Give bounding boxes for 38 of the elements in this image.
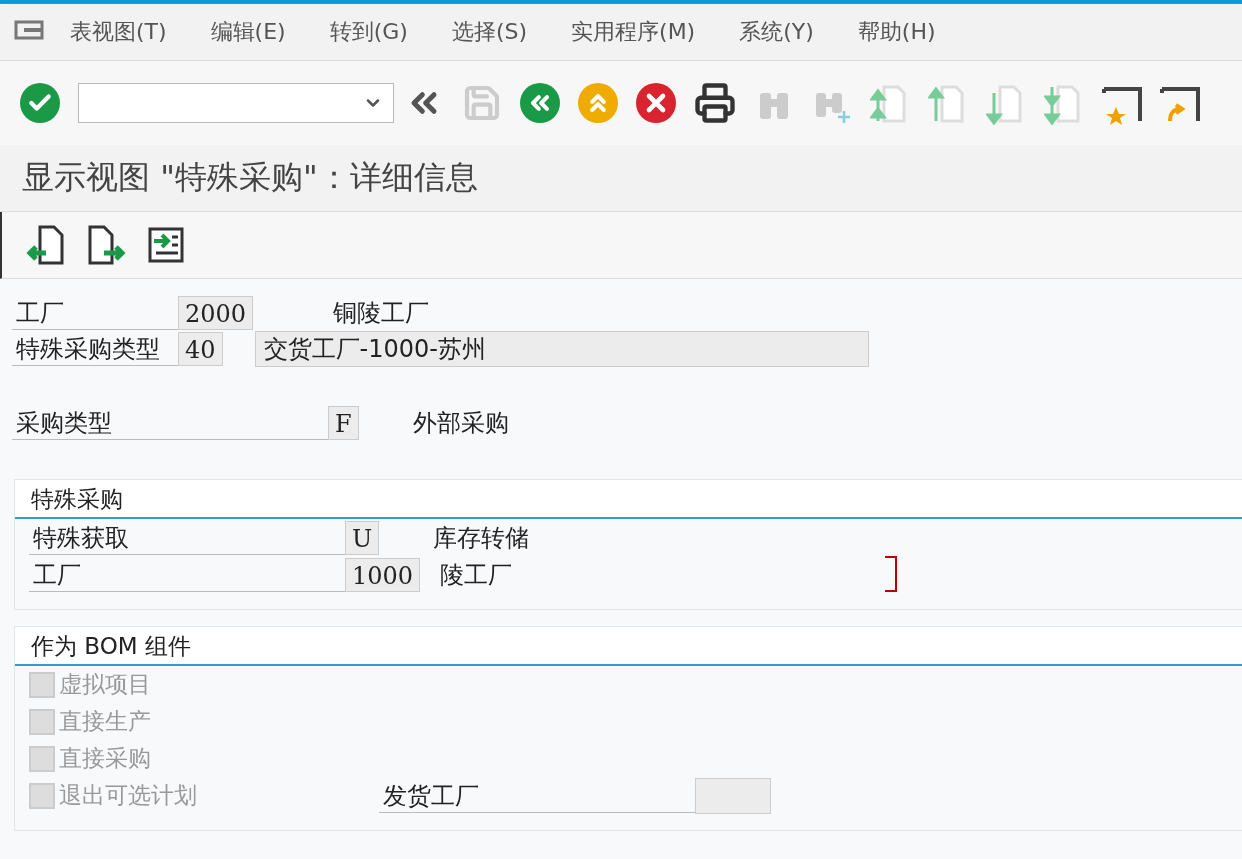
print-icon[interactable]: [694, 82, 736, 124]
field-label: 发货工厂: [379, 778, 695, 813]
field-description: 交货工厂-1000-苏州: [254, 331, 869, 367]
field-value[interactable]: 2000: [178, 296, 254, 330]
back-icon[interactable]: [520, 83, 560, 123]
previous-entry-icon[interactable]: [26, 223, 66, 267]
next-entry-icon[interactable]: [86, 223, 126, 267]
checkbox-label: 直接生产: [59, 707, 152, 736]
field-label: 工厂: [29, 557, 345, 592]
menu-item[interactable]: 帮助(H): [857, 17, 936, 47]
field-description: 库存转储: [433, 522, 530, 554]
menu-item[interactable]: 编辑(E): [210, 17, 286, 47]
checkbox-label: 直接采购: [59, 744, 152, 773]
screen-title: 显示视图 "特殊采购"：详细信息: [22, 157, 478, 198]
cancel-icon[interactable]: [636, 83, 676, 123]
command-field[interactable]: [78, 83, 394, 123]
field-value[interactable]: 1000: [345, 557, 421, 592]
input-field[interactable]: [695, 777, 771, 814]
field-description: 外部采购: [412, 408, 509, 439]
exit-icon[interactable]: [578, 83, 618, 123]
menu-item[interactable]: 选择(S): [451, 17, 528, 47]
field-label: 特殊获取: [29, 520, 345, 555]
menu-item[interactable]: 实用程序(M): [571, 17, 696, 47]
checkbox-label: 虚拟项目: [59, 670, 152, 699]
menu-item[interactable]: 系统(Y): [739, 17, 814, 47]
field-value[interactable]: 40: [178, 332, 223, 366]
group-title: 作为 BOM 组件: [15, 627, 1242, 666]
checkbox-label: 退出可选计划: [59, 781, 198, 810]
enter-icon[interactable]: [20, 83, 60, 123]
field-value[interactable]: U: [345, 520, 380, 555]
menu-item[interactable]: 转到(G): [329, 17, 408, 47]
save-icon[interactable]: [462, 83, 502, 123]
field-description: 陵工厂: [440, 559, 513, 591]
group-title: 特殊采购: [15, 480, 1242, 519]
field-value[interactable]: F: [328, 406, 359, 440]
field-label: 采购类型: [12, 406, 328, 440]
field-description: 铜陵工厂: [333, 298, 430, 329]
menu-item[interactable]: 表视图(T): [70, 17, 167, 47]
